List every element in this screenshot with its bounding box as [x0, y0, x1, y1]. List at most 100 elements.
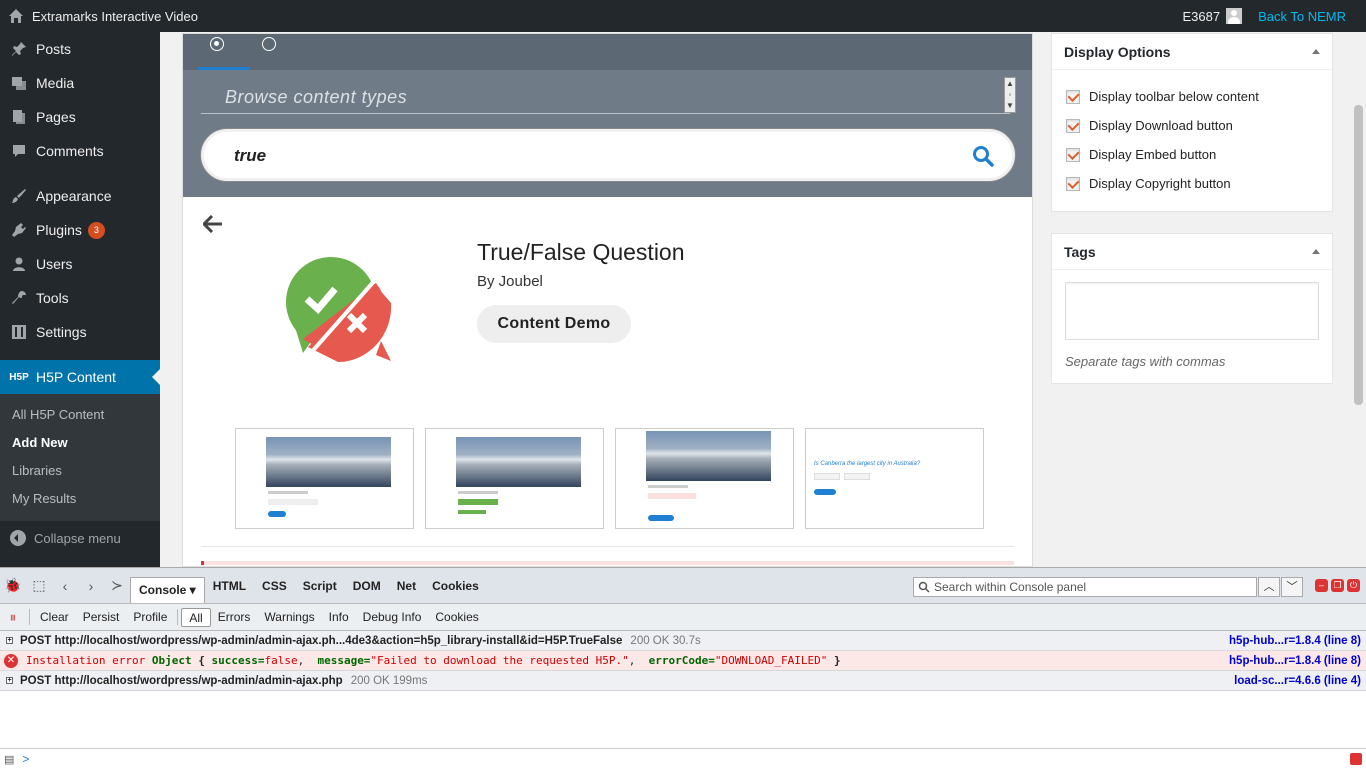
- checkbox[interactable]: [1066, 89, 1080, 104]
- break-on-error-icon[interactable]: ⏸: [0, 609, 26, 626]
- collapse-label: Collapse menu: [34, 530, 121, 546]
- filter-warnings[interactable]: Warnings: [257, 608, 321, 627]
- screenshot-thumbnail[interactable]: Is Canberra the largest city in Australi…: [805, 428, 984, 529]
- page-scrollbar[interactable]: [1352, 33, 1366, 567]
- spinner-scroll[interactable]: ▲ ◦ ▼: [1004, 77, 1016, 113]
- option-embed-button[interactable]: Display Embed button: [1052, 140, 1332, 169]
- option-download-button[interactable]: Display Download button: [1052, 111, 1332, 140]
- filter-all[interactable]: All: [181, 607, 211, 627]
- checkbox[interactable]: [1066, 118, 1080, 133]
- sidebar-item-label: Settings: [36, 324, 87, 340]
- console-search-input[interactable]: Search within Console panel: [913, 577, 1257, 597]
- sidebar-item-comments[interactable]: Comments: [0, 134, 160, 168]
- command-line[interactable]: ▤ >: [0, 748, 1366, 768]
- tags-box: Tags Separate tags with commas: [1051, 233, 1333, 384]
- search-next-button[interactable]: ﹀: [1281, 577, 1303, 597]
- sidebar-item-pages[interactable]: Pages: [0, 100, 160, 134]
- sidebar-item-plugins[interactable]: Plugins 3: [0, 213, 160, 247]
- submenu-item-libraries[interactable]: Libraries: [0, 457, 160, 485]
- forward-icon[interactable]: ›: [78, 578, 104, 594]
- create-content-radio[interactable]: [210, 37, 224, 51]
- search-icon[interactable]: [972, 145, 994, 167]
- pin-icon: [10, 40, 28, 58]
- tab-net[interactable]: Net: [389, 574, 424, 598]
- log-source-link[interactable]: load-sc...r=4.6.6 (line 4): [1234, 675, 1361, 687]
- tab-script[interactable]: Script: [295, 574, 345, 598]
- tab-console[interactable]: Console ▾: [130, 576, 205, 603]
- tab-css[interactable]: CSS: [254, 574, 295, 598]
- clear-command-icon[interactable]: [1350, 753, 1362, 765]
- submenu-item-my-results[interactable]: My Results: [0, 485, 160, 513]
- avatar[interactable]: [1226, 8, 1243, 24]
- search-icon: [918, 581, 930, 593]
- console-log-row[interactable]: + POST http://localhost/wordpress/wp-adm…: [0, 631, 1366, 651]
- filter-cookies[interactable]: Cookies: [428, 608, 485, 627]
- inspect-icon[interactable]: ⬚: [26, 577, 52, 594]
- filter-debug-info[interactable]: Debug Info: [356, 608, 429, 627]
- site-name-link[interactable]: Extramarks Interactive Video: [0, 8, 198, 24]
- back-icon[interactable]: ‹: [52, 578, 78, 594]
- back-arrow-icon[interactable]: [203, 215, 223, 233]
- sidebar-item-tools[interactable]: Tools: [0, 281, 160, 315]
- content-type-search-input[interactable]: true: [201, 129, 1015, 181]
- submenu-item-all-content[interactable]: All H5P Content: [0, 401, 160, 429]
- site-title: Extramarks Interactive Video: [32, 8, 198, 24]
- filter-errors[interactable]: Errors: [211, 608, 258, 627]
- collapse-toggle-icon[interactable]: [1312, 49, 1320, 54]
- tags-title[interactable]: Tags: [1052, 234, 1332, 270]
- tab-dom[interactable]: DOM: [345, 574, 389, 598]
- minimize-icon[interactable]: –: [1315, 579, 1328, 592]
- search-prev-button[interactable]: ︿: [1258, 577, 1280, 597]
- checkbox[interactable]: [1066, 176, 1080, 191]
- log-source-link[interactable]: h5p-hub...r=1.8.4 (line 8): [1229, 655, 1361, 667]
- true-false-logo: [286, 257, 392, 362]
- checkbox[interactable]: [1066, 147, 1080, 162]
- option-toolbar-below[interactable]: Display toolbar below content: [1052, 82, 1332, 111]
- log-source-link[interactable]: h5p-hub...r=1.8.4 (line 8): [1229, 635, 1361, 647]
- option-copyright-button[interactable]: Display Copyright button: [1052, 169, 1332, 198]
- user-name[interactable]: E3687: [1183, 9, 1221, 24]
- h5p-icon: H5P: [9, 371, 29, 383]
- collapse-icon: [10, 530, 26, 546]
- sidebar-item-h5p-content[interactable]: H5P H5P Content: [0, 360, 160, 394]
- sidebar-item-appearance[interactable]: Appearance: [0, 179, 160, 213]
- clear-button[interactable]: Clear: [33, 608, 76, 627]
- h5p-submenu: All H5P Content Add New Libraries My Res…: [0, 394, 160, 521]
- close-icon[interactable]: ⏻: [1347, 579, 1360, 592]
- expand-icon[interactable]: +: [6, 677, 13, 684]
- screenshot-thumbnail[interactable]: [425, 428, 604, 529]
- profile-button[interactable]: Profile: [126, 608, 174, 627]
- back-link[interactable]: Back To NEMR: [1258, 9, 1346, 24]
- content-demo-button[interactable]: Content Demo: [477, 305, 631, 343]
- firebug-logo-icon[interactable]: 🐞: [0, 577, 26, 594]
- expand-icon[interactable]: +: [6, 637, 13, 644]
- sidebar-item-media[interactable]: Media: [0, 66, 160, 100]
- screenshot-gallery: Is Canberra the largest city in Australi…: [235, 428, 984, 529]
- tab-html[interactable]: HTML: [205, 574, 254, 598]
- screenshot-thumbnail[interactable]: [615, 428, 794, 529]
- error-message-bar: [201, 561, 1014, 565]
- tab-cookies[interactable]: Cookies: [424, 574, 487, 598]
- submenu-item-add-new[interactable]: Add New: [0, 429, 160, 457]
- persist-button[interactable]: Persist: [76, 608, 127, 627]
- sidebar-item-settings[interactable]: Settings: [0, 315, 160, 349]
- search-value: true: [234, 146, 267, 165]
- browse-content-types-label[interactable]: Browse content types: [225, 87, 407, 108]
- console-log-row[interactable]: + POST http://localhost/wordpress/wp-adm…: [0, 671, 1366, 691]
- console-error-row[interactable]: ✕ Installation error Object { success= fa…: [0, 651, 1366, 671]
- screenshot-thumbnail[interactable]: [235, 428, 414, 529]
- upload-radio[interactable]: [262, 37, 276, 51]
- sidebar-item-label: Plugins: [36, 222, 82, 238]
- sidebar-item-label: Posts: [36, 41, 72, 57]
- command-menu-icon[interactable]: ▤: [4, 753, 14, 766]
- collapse-toggle-icon[interactable]: [1312, 249, 1320, 254]
- sidebar-item-users[interactable]: Users: [0, 247, 160, 281]
- command-line-icon[interactable]: ≻: [104, 577, 130, 594]
- display-options-title[interactable]: Display Options: [1052, 34, 1332, 70]
- detach-icon[interactable]: ❐: [1331, 579, 1344, 592]
- users-icon: [10, 255, 28, 273]
- tags-textarea[interactable]: [1065, 282, 1319, 340]
- collapse-menu-button[interactable]: Collapse menu: [0, 521, 160, 555]
- filter-info[interactable]: Info: [322, 608, 356, 627]
- sidebar-item-posts[interactable]: Posts: [0, 32, 160, 66]
